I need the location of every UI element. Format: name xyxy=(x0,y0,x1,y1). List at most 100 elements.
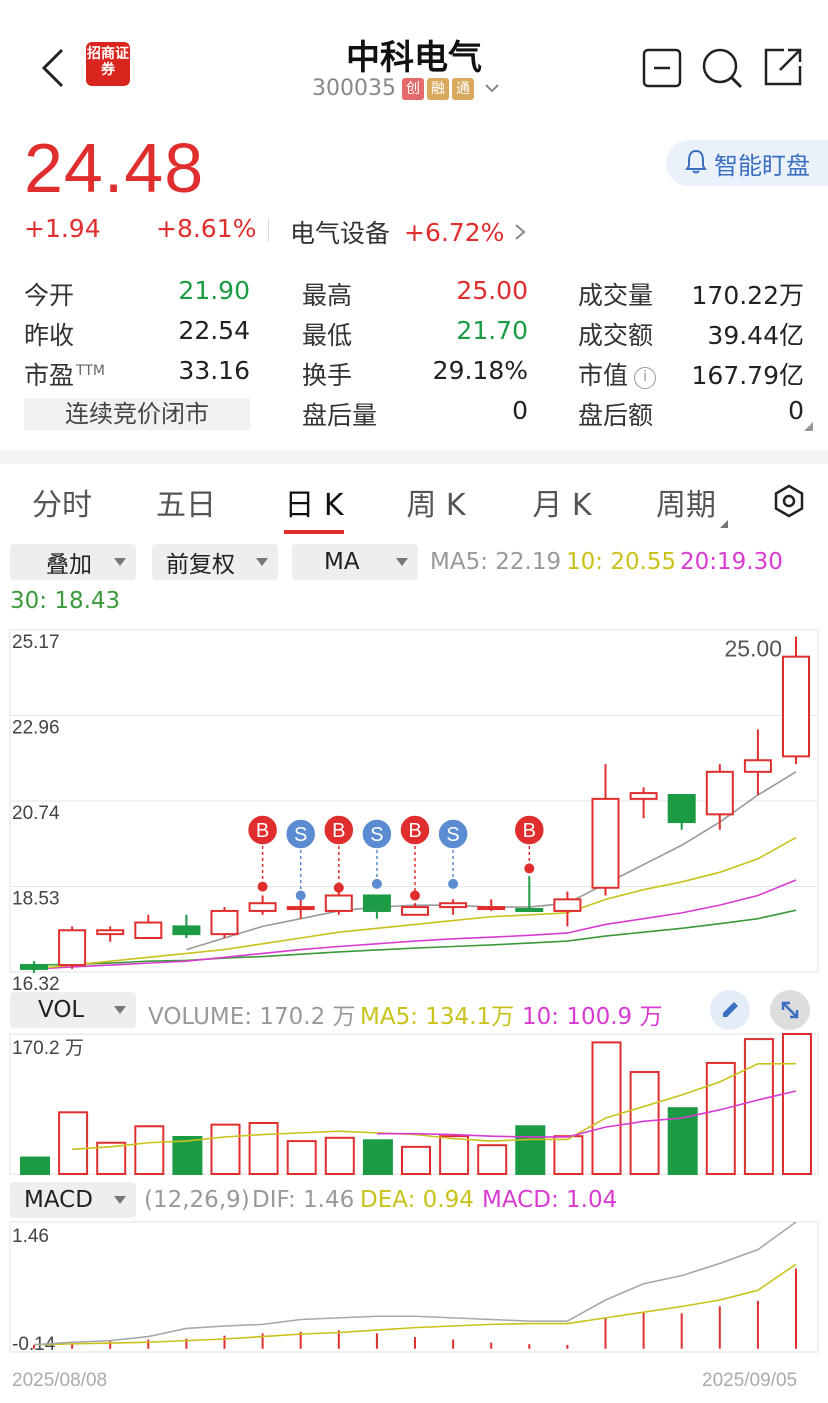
candle-up xyxy=(782,655,810,758)
volume-chart[interactable]: 170.2 万 xyxy=(0,1030,828,1180)
signal-letter: S xyxy=(446,824,459,846)
chevron-down-icon xyxy=(484,79,500,98)
caret-down-icon xyxy=(114,1006,126,1014)
candle-up xyxy=(439,902,468,909)
volume-bar xyxy=(515,1125,546,1175)
volume-bar xyxy=(782,1033,812,1175)
share-icon[interactable] xyxy=(762,46,804,92)
signal-letter: B xyxy=(256,820,269,842)
candle-down xyxy=(362,894,391,912)
tab-2[interactable]: 日 K xyxy=(254,480,374,524)
candle-down xyxy=(667,794,696,824)
adjust-label: 前复权 xyxy=(166,552,235,578)
expand-icon[interactable] xyxy=(770,990,810,1030)
ma10-legend: 10: 20.55 xyxy=(566,549,677,575)
settings-icon[interactable] xyxy=(772,484,806,522)
ttm-sup: TTM xyxy=(76,362,105,379)
tab-3[interactable]: 周 K xyxy=(376,480,496,524)
bell-icon xyxy=(684,148,708,178)
indicator-label: MA xyxy=(324,549,360,575)
stat-label: 最高 xyxy=(302,281,353,310)
macd-chart[interactable]: 1.46-0.14 xyxy=(0,1218,828,1368)
candle-up xyxy=(96,929,125,936)
adjust-dropdown[interactable]: 前复权 xyxy=(152,544,278,580)
signal-dot xyxy=(524,863,535,874)
candle-up xyxy=(248,902,277,912)
price-axis-label: 22.96 xyxy=(12,718,60,739)
stat-label: 今开 xyxy=(24,281,75,310)
macd-legend: MACD: 1.04 xyxy=(482,1187,618,1213)
candle-up xyxy=(58,929,87,967)
volume-bar xyxy=(743,1038,774,1175)
macd-top-label: 1.46 xyxy=(12,1226,49,1247)
macd-dropdown[interactable]: MACD xyxy=(10,1182,136,1218)
signal-dot xyxy=(333,882,344,893)
info-icon[interactable]: i xyxy=(634,367,657,389)
candle-up xyxy=(134,921,163,939)
candle-up xyxy=(591,797,620,889)
tag-rong: 融 xyxy=(426,77,449,100)
candle-down xyxy=(172,925,201,936)
corner-icon xyxy=(804,422,813,431)
vol-dropdown[interactable]: VOL xyxy=(10,992,136,1028)
volume-bar xyxy=(324,1136,355,1176)
stat-label: 市盈 TTM xyxy=(24,361,105,390)
vol-ma5-legend: MA5: 134.1万 xyxy=(360,1004,515,1030)
signal-dot xyxy=(295,890,306,901)
chevron-right-icon xyxy=(514,218,526,247)
stat-value: 0 xyxy=(512,396,528,425)
tab-5[interactable]: 周期 xyxy=(626,480,746,524)
vol-ma10-legend: 10: 100.9 万 xyxy=(522,1004,663,1030)
overlay-label: 叠加 xyxy=(46,552,92,578)
volume-bar xyxy=(553,1135,584,1175)
sector-name: 电气设备 xyxy=(290,219,391,248)
tab-1[interactable]: 五日 xyxy=(126,480,246,524)
signal-dot xyxy=(257,881,268,892)
dif-legend: DIF: 1.46 xyxy=(252,1187,355,1213)
smart-watch-button[interactable]: 智能盯盘 xyxy=(666,140,828,186)
signal-letter: B xyxy=(523,820,536,842)
candle-up xyxy=(629,792,658,800)
stat-label: 成交额 xyxy=(578,321,654,350)
macd-label: MACD xyxy=(24,1187,93,1213)
search-icon[interactable] xyxy=(700,46,744,94)
price-change-pct: +8.61% xyxy=(156,214,257,243)
date-end: 2025/09/05 xyxy=(702,1370,798,1391)
volume-bar xyxy=(362,1139,393,1175)
caret-down-icon xyxy=(256,558,268,566)
volume-legend: VOLUME: 170.2 万 xyxy=(148,1004,356,1030)
signal-letter: B xyxy=(332,820,345,842)
candlestick-chart[interactable]: 25.17 22.96 20.74 18.53 16.32 25.00 B S B S B S B xyxy=(0,620,828,990)
candle-up xyxy=(401,906,429,916)
sector-link[interactable]: 电气设备 +6.72% xyxy=(290,214,526,250)
signal-letter: S xyxy=(294,824,307,846)
signal-dot xyxy=(448,878,459,889)
signal-dot xyxy=(410,890,420,901)
signal-letter: B xyxy=(408,820,421,842)
candle-up xyxy=(743,759,772,773)
caret-down-icon xyxy=(114,1196,126,1204)
overlay-dropdown[interactable]: 叠加 xyxy=(10,544,136,580)
tab-4[interactable]: 月 K xyxy=(502,480,622,524)
stat-value: 167.79亿 xyxy=(691,361,804,390)
volume-bar xyxy=(210,1123,241,1176)
indicator-dropdown[interactable]: MA xyxy=(292,544,418,580)
volume-bar xyxy=(401,1145,431,1175)
stat-value: 170.22万 xyxy=(691,281,804,310)
edit-icon[interactable] xyxy=(710,990,750,1030)
volume-bar xyxy=(172,1135,203,1176)
stock-code-row[interactable]: 300035 创 融 通 xyxy=(312,76,500,101)
volume-bar xyxy=(134,1125,165,1175)
stat-value: 25.00 xyxy=(456,276,528,305)
volume-bar xyxy=(591,1041,622,1175)
vol-max-label: 170.2 万 xyxy=(12,1038,84,1059)
candle-down xyxy=(515,908,544,913)
tab-0[interactable]: 分时 xyxy=(2,480,122,524)
stat-value: 39.44亿 xyxy=(707,321,804,350)
minimize-icon[interactable] xyxy=(642,48,682,92)
candle-up xyxy=(324,894,353,912)
price-change: +1.94 xyxy=(24,214,101,243)
volume-bar xyxy=(20,1156,50,1175)
volume-bar xyxy=(58,1111,89,1176)
price-axis-label: 18.53 xyxy=(12,889,60,910)
